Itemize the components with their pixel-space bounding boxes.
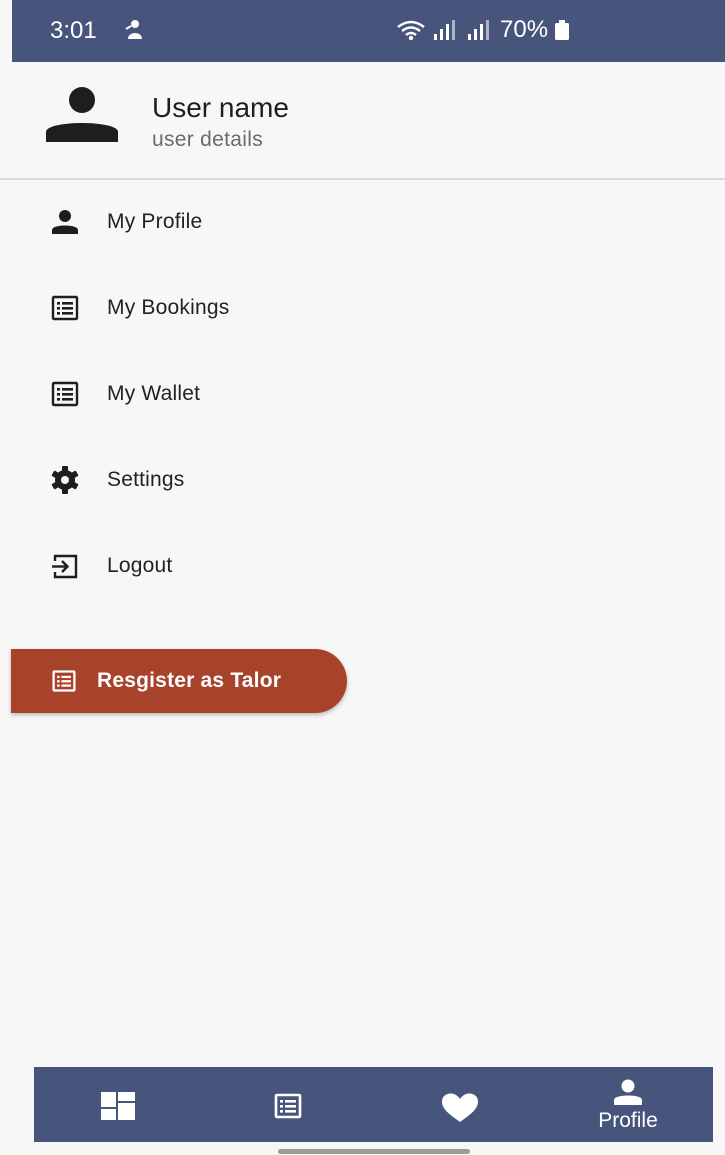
nav-bookings[interactable] xyxy=(244,1067,334,1142)
list-icon xyxy=(51,381,79,407)
logout-icon xyxy=(52,554,78,579)
heart-icon xyxy=(442,1093,478,1122)
menu-item-label: Logout xyxy=(107,554,173,577)
menu-item-settings[interactable]: Settings xyxy=(0,450,725,510)
menu-item-label: My Wallet xyxy=(107,382,201,405)
person-icon xyxy=(52,210,78,234)
list-icon xyxy=(274,1093,302,1119)
battery-percent: 70% xyxy=(500,16,549,43)
person-icon xyxy=(46,87,118,142)
status-time: 3:01 xyxy=(50,17,97,44)
drawer-header: User name user details xyxy=(0,62,725,179)
menu-item-label: My Bookings xyxy=(107,296,230,319)
gear-icon xyxy=(51,466,79,494)
nav-profile-label: Profile xyxy=(598,1109,658,1132)
menu-item-my-wallet[interactable]: My Wallet xyxy=(0,364,725,424)
nav-profile[interactable]: Profile xyxy=(583,1067,673,1142)
register-button-label: Resgister as Talor xyxy=(97,669,282,692)
status-bar: 3:01 70% xyxy=(12,0,725,62)
wifi-icon xyxy=(397,20,425,41)
header-divider xyxy=(0,178,725,180)
nav-favorites[interactable] xyxy=(416,1067,506,1142)
menu-item-label: Settings xyxy=(107,468,185,491)
menu-item-label: My Profile xyxy=(107,210,203,233)
bottom-navigation: Profile xyxy=(34,1067,713,1142)
list-icon xyxy=(51,295,79,321)
dashboard-icon xyxy=(101,1092,135,1120)
menu-item-my-profile[interactable]: My Profile xyxy=(0,192,725,252)
list-icon xyxy=(52,670,76,692)
person-icon xyxy=(614,1079,642,1105)
menu-item-logout[interactable]: Logout xyxy=(0,536,725,596)
battery-icon xyxy=(555,20,570,40)
status-right-group: 70% xyxy=(396,16,570,44)
signal-icon xyxy=(434,20,455,40)
home-indicator[interactable] xyxy=(278,1149,470,1154)
signal-icon xyxy=(468,20,489,40)
app-screen: 3:01 70% User name user details My Profi… xyxy=(0,0,725,1155)
user-details: user details xyxy=(152,128,263,151)
register-as-tailor-button[interactable]: Resgister as Talor xyxy=(11,649,347,713)
menu-item-my-bookings[interactable]: My Bookings xyxy=(0,278,725,338)
notification-icon xyxy=(125,20,142,39)
user-name: User name xyxy=(152,92,289,123)
nav-dashboard[interactable] xyxy=(73,1067,163,1142)
